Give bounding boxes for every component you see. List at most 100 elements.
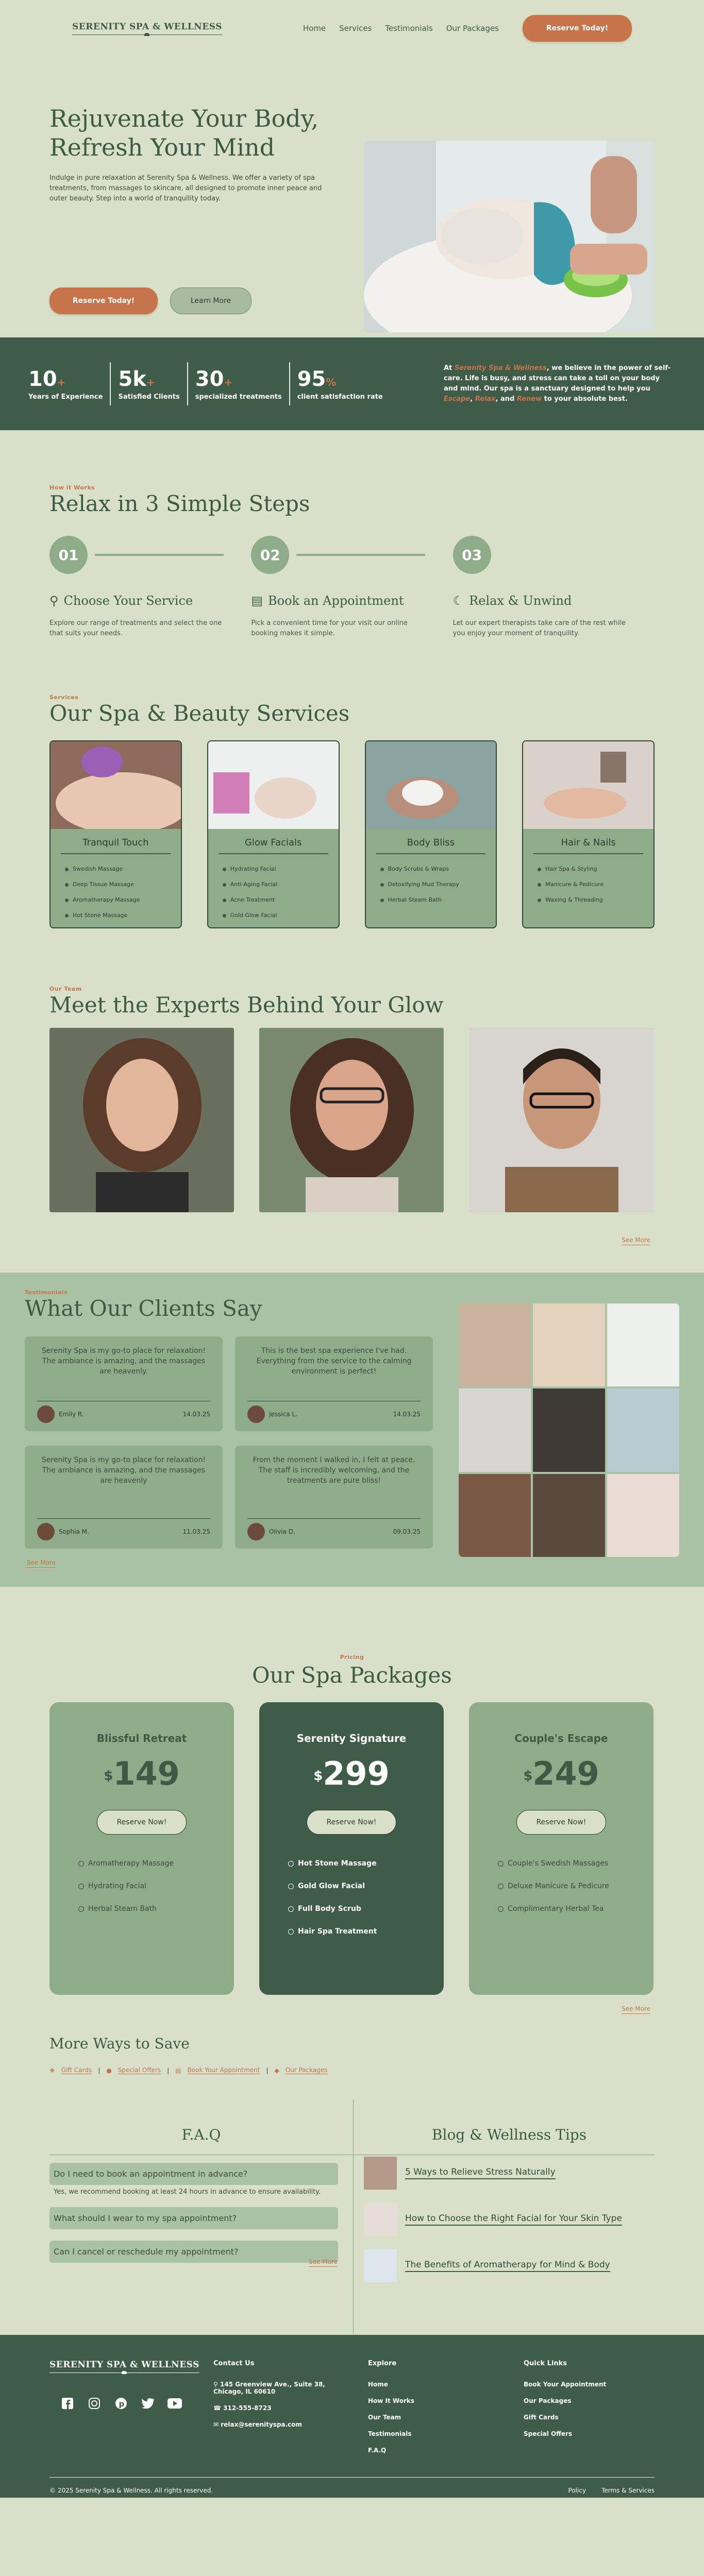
nails-image: [523, 741, 654, 829]
moon-icon: ☾: [452, 594, 464, 608]
team-member-photo: [469, 1028, 653, 1212]
avatar: [37, 1523, 55, 1540]
hero-facial-image: [364, 141, 655, 332]
youtube-icon[interactable]: [167, 2396, 182, 2411]
faq-blog-section: F.A.Q Do I need to book an appointment i…: [0, 2099, 704, 2334]
blog-post-link[interactable]: The Benefits of Aromatherapy for Mind & …: [405, 2260, 610, 2272]
footer-logo[interactable]: SERENITY SPA & WELLNESS: [49, 2360, 199, 2374]
testimonial-card: Serenity Spa is my go-to place for relax…: [25, 1446, 223, 1549]
steps-title: Relax in 3 Simple Steps: [49, 491, 310, 516]
pricing-title: Our Spa Packages: [252, 1663, 452, 1688]
footer-contact: Contact Us ⚲ 145 Greenview Ave., Suite 3…: [213, 2360, 325, 2428]
body-treatment-image: [365, 741, 496, 829]
testimonial-card: From the moment I walked in, I felt at p…: [235, 1446, 433, 1549]
blog: Blog & Wellness Tips 5 Ways to Relieve S…: [354, 2099, 655, 2334]
nav-testimonials[interactable]: Testimonials: [385, 24, 432, 33]
facebook-icon[interactable]: [60, 2396, 75, 2411]
pricing-see-more-link[interactable]: See More: [622, 2005, 650, 2014]
footer-special-offers-link[interactable]: Special Offers: [524, 2430, 572, 2437]
testimonials-title: What Our Clients Say: [25, 1296, 262, 1321]
policy-link[interactable]: Policy: [568, 2487, 586, 2494]
footer-home-link[interactable]: Home: [368, 2381, 388, 2388]
faq-question[interactable]: Do I need to book an appointment in adva…: [49, 2163, 338, 2185]
steps-section: How it Works Relax in 3 Simple Steps 01 …: [0, 430, 704, 654]
faq-see-more-link[interactable]: See More: [309, 2258, 338, 2267]
ways-title: More Ways to Save: [49, 2035, 190, 2052]
ways-to-save: More Ways to Save ❖ Gift Cards | ● Special …: [0, 2035, 704, 2099]
copyright: © 2025 Serenity Spa & Wellness. All righ…: [49, 2487, 213, 2494]
hero-reserve-button[interactable]: Reserve Today!: [49, 287, 158, 314]
service-card-glow[interactable]: Glow Facials Hydrating Facial Anti-Aging …: [207, 740, 340, 928]
blog-post-link[interactable]: 5 Ways to Relieve Stress Naturally: [405, 2167, 556, 2179]
footer-gift-cards-link[interactable]: Gift Cards: [524, 2414, 559, 2421]
plan-serenity: Serenity Signature $299 Reserve Now! Hot…: [259, 1702, 444, 1995]
twitter-icon[interactable]: [140, 2396, 156, 2411]
learn-more-button[interactable]: Learn More: [170, 287, 252, 314]
footer-packages-link[interactable]: Our Packages: [524, 2397, 571, 2404]
testimonial-card: This is the best spa experience I've had…: [235, 1336, 433, 1431]
site-header: SERENITY SPA & WELLNESS Home Services Te…: [0, 0, 704, 57]
search-icon: ⚲: [49, 594, 59, 608]
phone-link[interactable]: 312-555-8723: [223, 2404, 271, 2412]
package-icon: ◆: [274, 2066, 279, 2074]
pinterest-icon[interactable]: p: [113, 2396, 129, 2411]
stats-band: 10+ Years of Experience 5k+ Satisfied Clie…: [0, 337, 704, 430]
nav-home[interactable]: Home: [303, 24, 326, 33]
logo[interactable]: SERENITY SPA & WELLNESS: [72, 22, 222, 36]
testimonials-see-more-link[interactable]: See More: [27, 1559, 56, 1568]
gift-cards-link[interactable]: Gift Cards: [61, 2066, 92, 2074]
step-1: 01 ⚲ Choose Your Service Explore our rang…: [49, 536, 251, 639]
footer-faq-link[interactable]: F.A.Q: [368, 2447, 386, 2454]
hero-section: Rejuvenate Your Body, Refresh Your Mind …: [0, 57, 704, 337]
terms-link[interactable]: Terms & Services: [601, 2487, 655, 2494]
plan-reserve-button[interactable]: Reserve Now!: [516, 1810, 606, 1835]
calendar-icon: ▤: [175, 2066, 181, 2074]
plan-reserve-button[interactable]: Reserve Now!: [307, 1810, 396, 1835]
faq-question[interactable]: Can I cancel or reschedule my appointmen…: [49, 2241, 338, 2263]
facial-image: [208, 741, 339, 829]
testimonials-section: Testimonials What Our Clients Say Sereni…: [0, 1273, 704, 1587]
blog-thumbnail: [364, 2249, 397, 2282]
blog-post-link[interactable]: How to Choose the Right Facial for Your …: [405, 2213, 622, 2226]
email-link[interactable]: relax@serenityspa.com: [221, 2421, 302, 2428]
book-appointment-link[interactable]: Book Your Appointment: [187, 2066, 260, 2074]
footer-how-it-works-link[interactable]: How It Works: [368, 2397, 414, 2404]
blog-title: Blog & Wellness Tips: [431, 2126, 587, 2143]
plan-reserve-button[interactable]: Reserve Now!: [97, 1810, 187, 1835]
team-see-more-link[interactable]: See More: [622, 1236, 650, 1245]
special-offers-link[interactable]: Special Offers: [118, 2066, 161, 2074]
nav-packages[interactable]: Our Packages: [446, 24, 499, 33]
faq-title: F.A.Q: [181, 2126, 221, 2143]
steps-eyebrow: How it Works: [49, 484, 95, 491]
our-packages-link[interactable]: Our Packages: [285, 2066, 328, 2074]
avatar: [247, 1405, 265, 1423]
team-title: Meet the Experts Behind Your Glow: [49, 992, 444, 1018]
footer-team-link[interactable]: Our Team: [368, 2414, 401, 2421]
services-eyebrow: Services: [49, 694, 79, 701]
nav-services[interactable]: Services: [339, 24, 372, 33]
step-3: 03 ☾ Relax & Unwind Let our expert therap…: [452, 536, 655, 639]
footer-explore: Explore Home How It Works Our Team Testi…: [368, 2360, 415, 2454]
site-footer: SERENITY SPA & WELLNESS p Contact Us ⚲ 1…: [0, 2335, 704, 2498]
instagram-icon[interactable]: [87, 2396, 102, 2411]
services-title: Our Spa & Beauty Services: [49, 701, 350, 726]
blog-thumbnail: [364, 2157, 397, 2190]
mail-icon: ✉: [213, 2421, 221, 2428]
service-card-hair[interactable]: Hair & Nails Hair Spa & Styling Manicure …: [522, 740, 655, 928]
faq-question[interactable]: What should I wear to my spa appointment…: [49, 2207, 338, 2229]
avatar: [37, 1405, 55, 1423]
blog-post: 5 Ways to Relieve Stress Naturally: [364, 2157, 655, 2190]
team-section: Our Team Meet the Experts Behind Your Gl…: [0, 951, 704, 1273]
footer-quick-links: Quick Links Book Your Appointment Our Pa…: [524, 2360, 607, 2437]
tag-icon: ●: [106, 2066, 112, 2074]
stat-years: 10+ Years of Experience: [28, 362, 111, 405]
footer-testimonials-link[interactable]: Testimonials: [368, 2430, 411, 2437]
nav-reserve-button[interactable]: Reserve Today!: [523, 15, 632, 42]
social-links: p: [60, 2396, 182, 2411]
blog-post: How to Choose the Right Facial for Your …: [364, 2203, 655, 2236]
service-card-tranquil[interactable]: Tranquil Touch Swedish Massage Deep Tissu…: [49, 740, 182, 928]
footer-book-link[interactable]: Book Your Appointment: [524, 2381, 606, 2388]
service-card-body[interactable]: Body Bliss Body Scrubs & Wraps Detoxifyin…: [364, 740, 497, 928]
faq-answer: Yes, we recommend booking at least 24 ho…: [54, 2188, 321, 2196]
blog-thumbnail: [364, 2203, 397, 2236]
